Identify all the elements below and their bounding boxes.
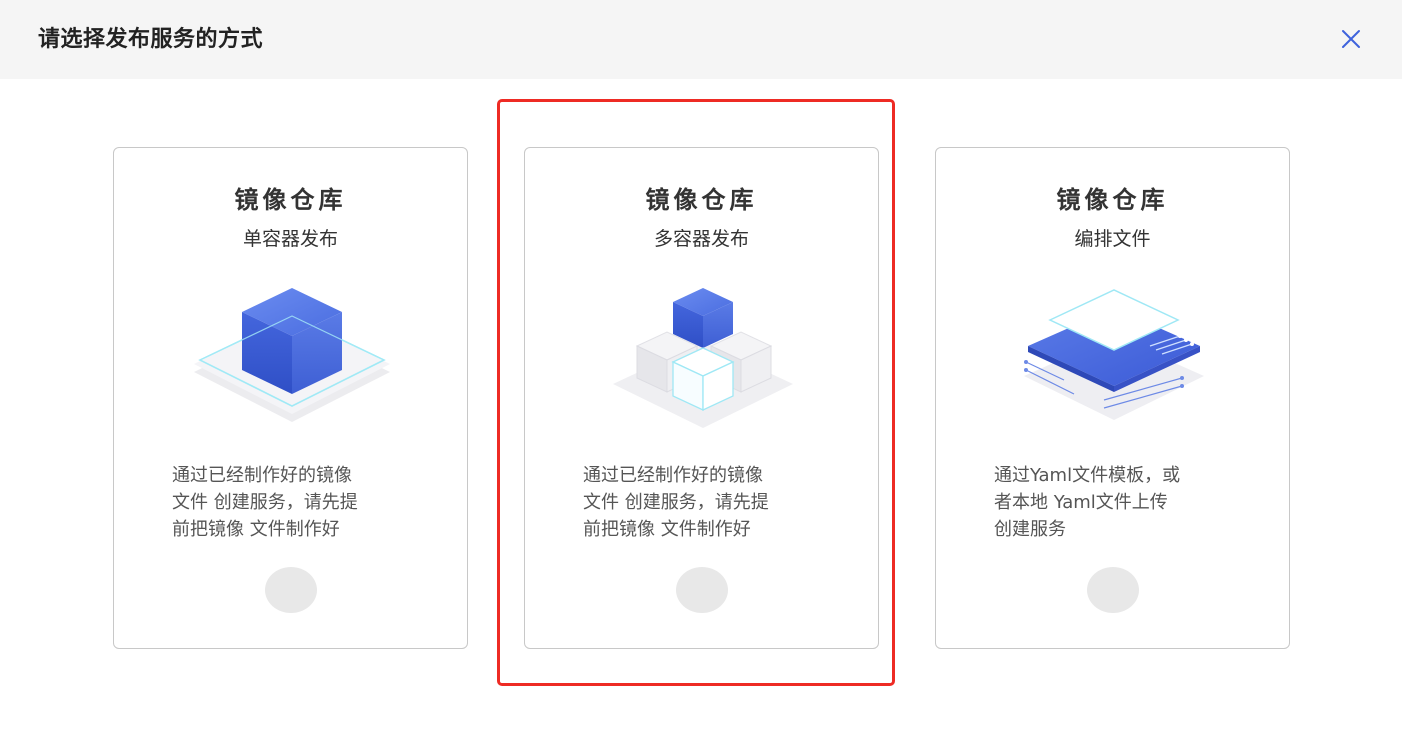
card-title: 镜像仓库 — [234, 186, 347, 214]
dialog-title: 请选择发布服务的方式 — [38, 27, 264, 52]
card-subtitle: 单容器发布 — [242, 228, 338, 250]
select-radio[interactable] — [265, 567, 317, 613]
description-line: 通过已经制作好的镜像 — [172, 465, 352, 486]
card-subtitle: 多容器发布 — [653, 228, 749, 250]
close-button[interactable] — [1336, 24, 1366, 54]
option-card-multi-container[interactable]: 镜像仓库 多容器发布 通过已经制作好的镜像 文件 创建服务，请先提 前把镜像 文… — [524, 147, 879, 649]
option-card-orchestration-file[interactable]: 镜像仓库 编排文件 通过Yaml文件模板，或 者本地 Yaml文件上传 创建服务 — [935, 147, 1290, 649]
description-line: 创建服务 — [994, 519, 1066, 540]
description-line: 通过已经制作好的镜像 — [583, 465, 763, 486]
description-line: 通过Yaml文件模板，或 — [994, 465, 1181, 486]
card-description: 通过Yaml文件模板，或 者本地 Yaml文件上传 创建服务 — [994, 462, 1244, 543]
multi-cube-icon — [613, 288, 793, 428]
description-line: 者本地 Yaml文件上传 — [994, 492, 1168, 513]
description-line: 文件 创建服务，请先提 — [583, 492, 769, 513]
description-line: 前把镜像 文件制作好 — [172, 519, 340, 540]
dialog-header: 请选择发布服务的方式 — [0, 0, 1402, 79]
single-cube-icon — [194, 288, 390, 422]
card-description: 通过已经制作好的镜像 文件 创建服务，请先提 前把镜像 文件制作好 — [172, 462, 422, 543]
publish-method-dialog: 请选择发布服务的方式 镜像仓库 单容器发布 通过已经制作好的镜像 文件 创建服务… — [0, 0, 1402, 752]
card-title: 镜像仓库 — [645, 186, 758, 214]
description-line: 前把镜像 文件制作好 — [583, 519, 751, 540]
layered-file-icon — [1024, 289, 1204, 420]
select-radio[interactable] — [1087, 567, 1139, 613]
card-subtitle: 编排文件 — [1074, 228, 1151, 250]
card-description: 通过已经制作好的镜像 文件 创建服务，请先提 前把镜像 文件制作好 — [583, 462, 833, 543]
card-title: 镜像仓库 — [1056, 186, 1169, 214]
description-line: 文件 创建服务，请先提 — [172, 492, 358, 513]
option-card-single-container[interactable]: 镜像仓库 单容器发布 通过已经制作好的镜像 文件 创建服务，请先提 前把镜像 文… — [113, 147, 468, 649]
close-icon — [1342, 30, 1360, 48]
select-radio[interactable] — [676, 567, 728, 613]
